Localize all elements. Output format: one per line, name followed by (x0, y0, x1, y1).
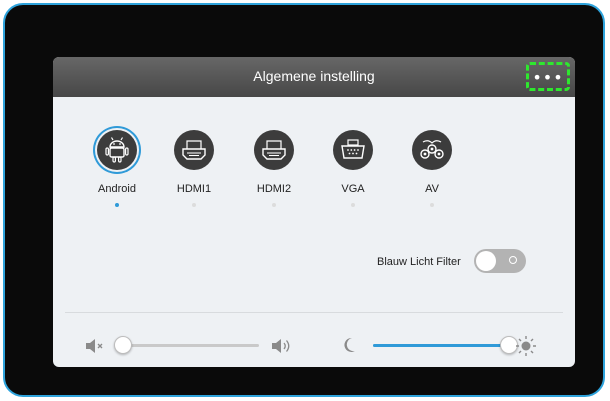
source-label: AV (425, 183, 439, 195)
source-vga[interactable]: VGA (323, 130, 383, 207)
settings-panel: Algemene instelling ••• Android HDMI1 HD… (53, 57, 575, 367)
brightness-slider[interactable] (373, 336, 518, 356)
volume-high-icon (272, 339, 290, 353)
source-indicator-dot (115, 203, 119, 207)
panel-title: Algemene instelling (253, 68, 375, 84)
source-label: VGA (341, 183, 365, 195)
hdmi-icon (262, 140, 286, 160)
sun-icon (516, 336, 536, 356)
source-label: Android (98, 183, 136, 195)
more-options-button[interactable]: ••• (526, 62, 570, 91)
blue-light-filter-toggle[interactable] (474, 249, 526, 273)
source-circle (97, 130, 137, 170)
av-icon (420, 140, 444, 159)
source-circle (174, 130, 214, 170)
source-android[interactable]: Android (87, 130, 147, 207)
source-label: HDMI1 (176, 183, 212, 195)
source-av[interactable]: AV (402, 130, 462, 207)
volume-slider[interactable] (114, 336, 259, 356)
more-dots-icon: ••• (532, 68, 564, 87)
toggle-off-indicator (509, 256, 517, 264)
source-circle (412, 130, 452, 170)
divider (65, 312, 563, 313)
brightness-fill (373, 344, 509, 347)
blue-light-filter-label: Blauw Licht Filter (377, 256, 461, 268)
vga-icon (341, 139, 365, 159)
hdmi-icon (182, 140, 206, 160)
source-hdmi2[interactable]: HDMI2 (244, 130, 304, 207)
toggle-knob (476, 251, 496, 271)
source-indicator-dot (272, 203, 276, 207)
android-icon (105, 137, 129, 163)
screen-frame: Algemene instelling ••• Android HDMI1 HD… (3, 3, 605, 397)
volume-track (123, 344, 259, 347)
source-label: HDMI2 (256, 183, 292, 195)
source-hdmi1[interactable]: HDMI1 (164, 130, 224, 207)
source-circle (333, 130, 373, 170)
volume-thumb[interactable] (114, 336, 132, 354)
source-indicator-dot (192, 203, 196, 207)
moon-icon (344, 337, 355, 352)
source-indicator-dot (430, 203, 434, 207)
volume-mute-icon (86, 339, 103, 353)
panel-header: Algemene instelling ••• (53, 57, 575, 97)
source-circle (254, 130, 294, 170)
source-indicator-dot (351, 203, 355, 207)
